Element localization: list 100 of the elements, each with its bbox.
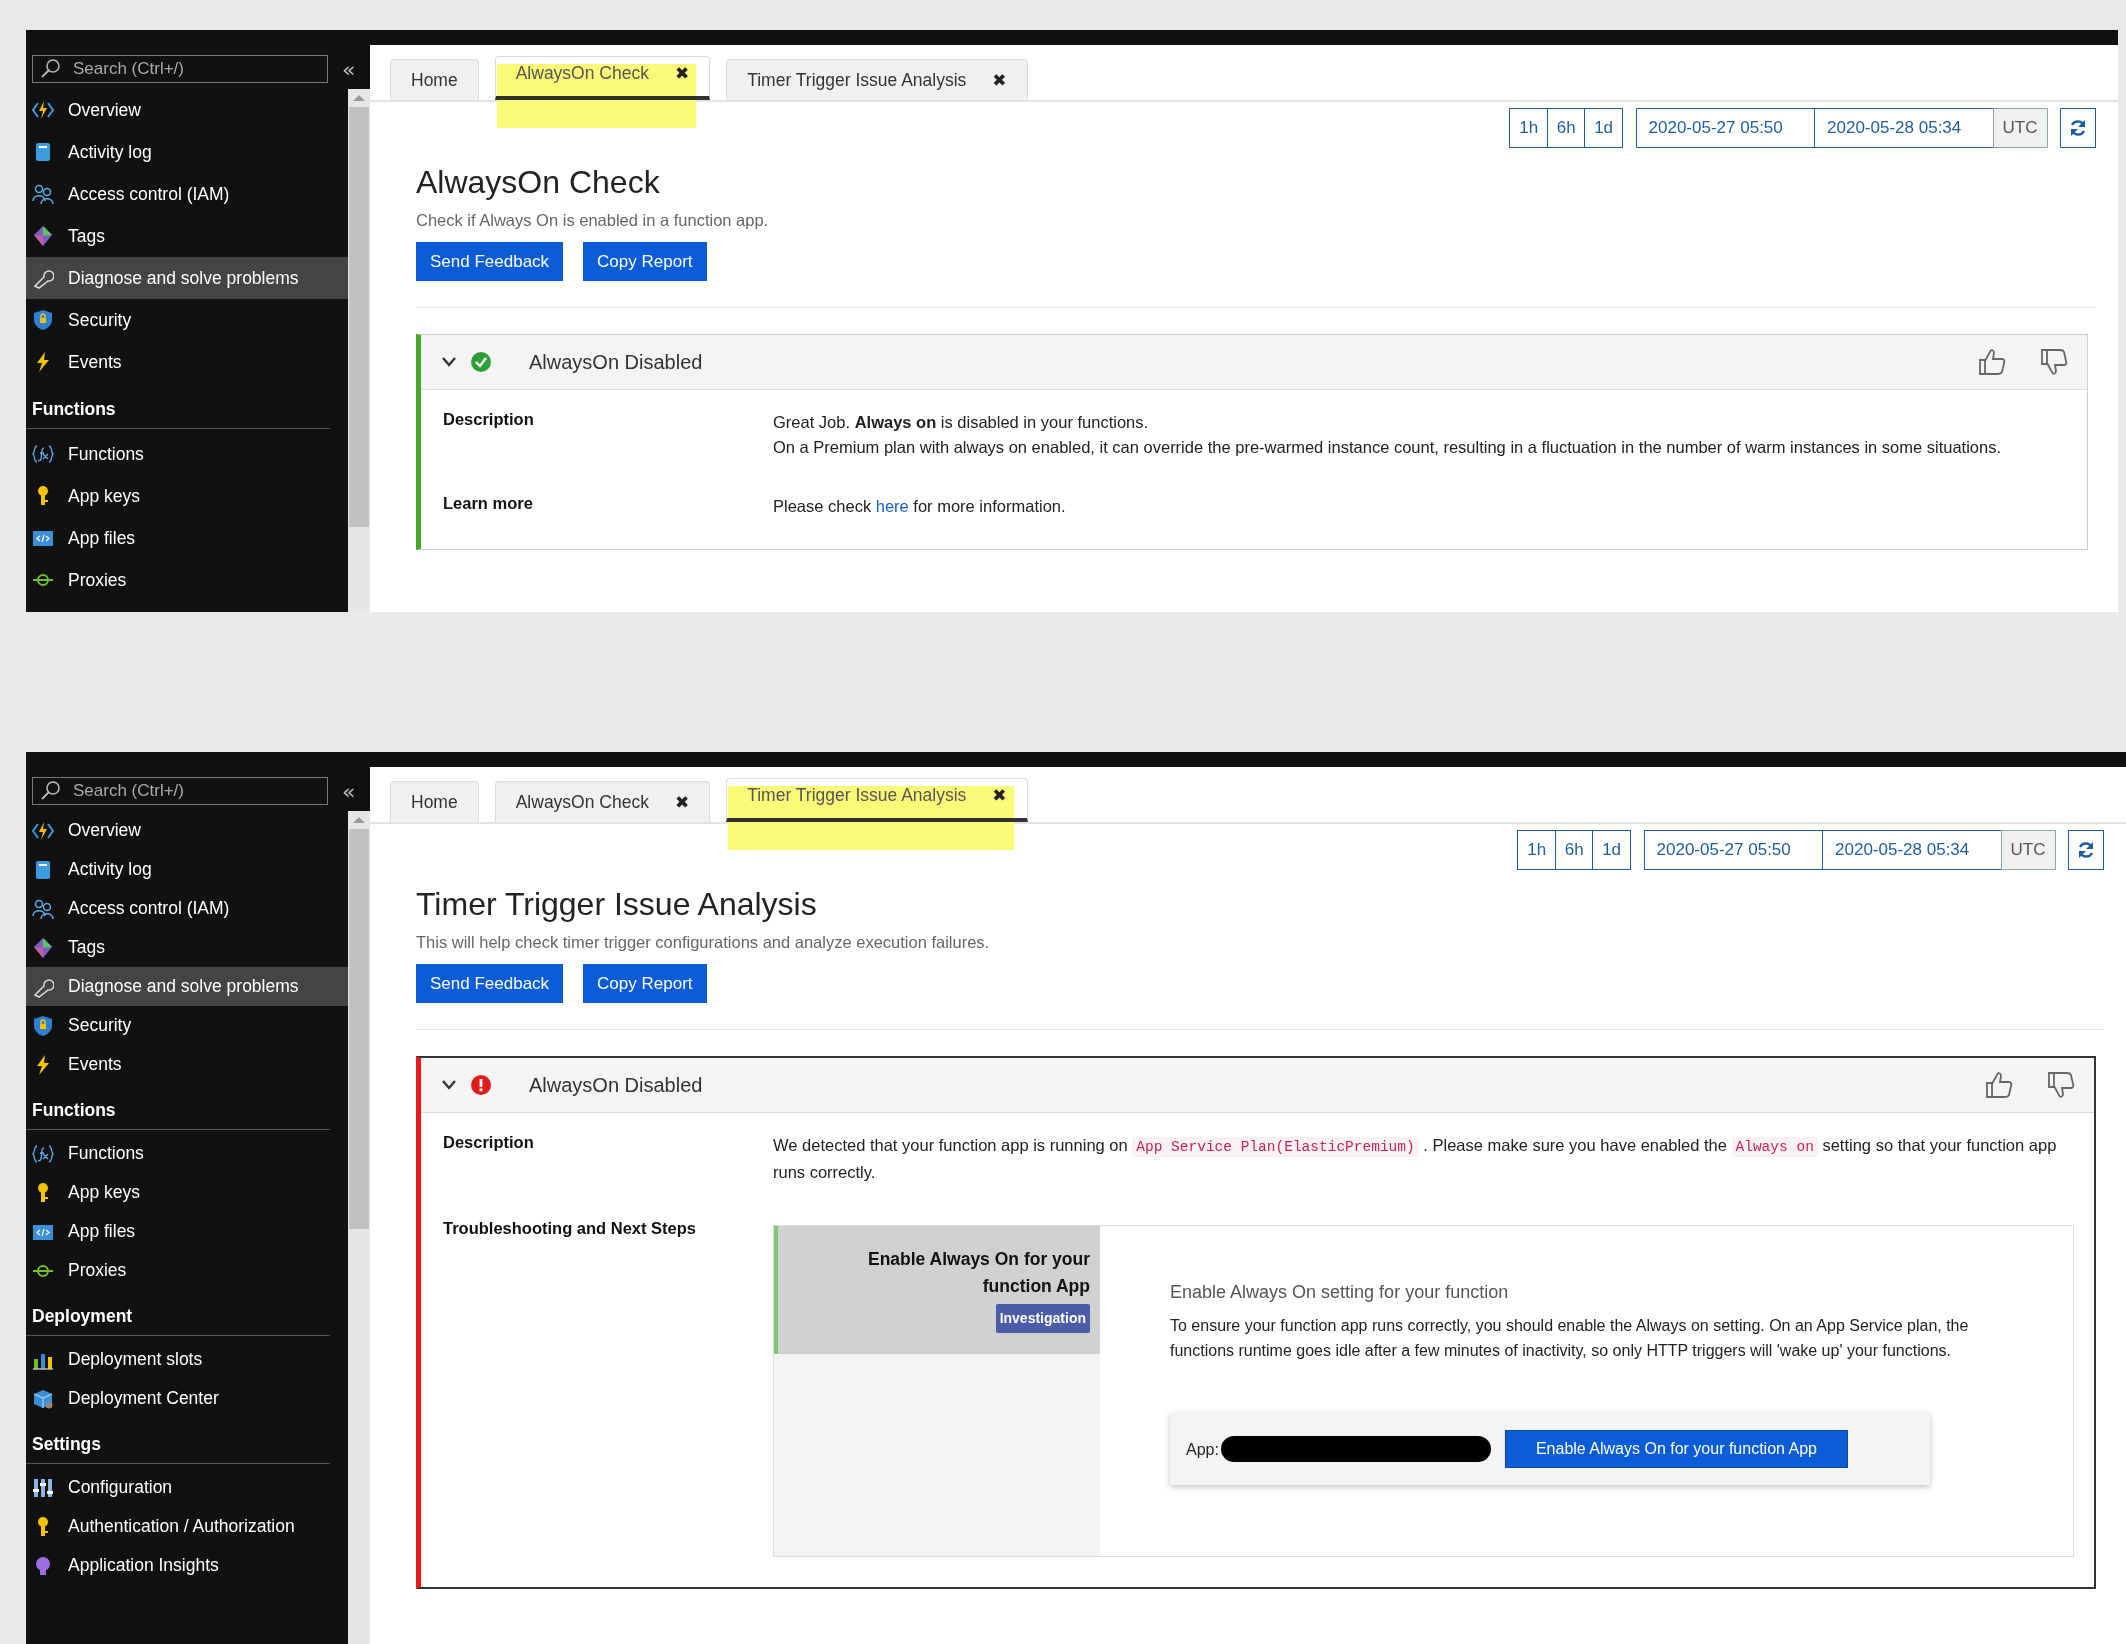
error-circle-icon (471, 1075, 491, 1095)
lightning-brackets-icon (32, 99, 54, 121)
timezone-button[interactable]: UTC (2000, 830, 2056, 870)
nav-item[interactable]: Deployment Center (26, 1379, 348, 1418)
field-label: Description (443, 1133, 535, 1153)
nav-item[interactable]: Events (26, 341, 348, 383)
section-heading: Settings (26, 1418, 330, 1464)
description-text: Great Job. Always on is disabled in your functions. (773, 412, 1150, 433)
thumbs-up-icon (1977, 347, 2007, 377)
nav-item[interactable]: App keys (26, 1173, 348, 1212)
nav-item[interactable]: Diagnose and solve problems (26, 257, 348, 299)
close-icon[interactable]: ✖ (674, 63, 690, 83)
tab[interactable]: Home (390, 59, 479, 100)
tag-icon (32, 936, 54, 959)
nav-item[interactable]: Activity log (26, 131, 348, 173)
tab[interactable]: Timer Trigger Issue Analysis ✖ (726, 778, 1028, 822)
insight-title: AlwaysOn Disabled (529, 350, 704, 374)
solution-title: Enable Always On for your function App (866, 1248, 1090, 1298)
refresh-icon (2076, 840, 2096, 860)
nav-item[interactable]: Overview (26, 89, 348, 131)
time-preset-button[interactable]: 1h (1509, 108, 1549, 148)
refresh-icon (2068, 118, 2088, 138)
action-button[interactable]: Copy Report (583, 242, 707, 281)
shield-icon (32, 309, 54, 331)
nav-item[interactable]: Configuration (26, 1468, 348, 1507)
nav-item[interactable]: App keys (26, 475, 348, 517)
nav-item[interactable]: App files (26, 517, 348, 559)
solution-heading: Enable Always On setting for your function (1170, 1281, 1510, 1304)
nav-item[interactable]: Activity log (26, 850, 348, 889)
time-preset-button[interactable]: 6h (1554, 830, 1594, 870)
nav-item[interactable]: Proxies (26, 559, 348, 601)
section-heading: Functions (26, 1084, 330, 1130)
section-heading: Functions (26, 383, 330, 429)
collapse-button[interactable]: « (338, 778, 360, 804)
end-date-field[interactable]: 2020-05-28 05:34 (1814, 108, 1995, 148)
action-button[interactable]: Send Feedback (416, 242, 564, 281)
search-field[interactable]: Search (Ctrl+/) (32, 55, 328, 83)
time-preset-button[interactable]: 1d (1584, 108, 1624, 148)
nav-item[interactable]: Functions (26, 433, 348, 475)
thumbs-down-icon (2039, 347, 2069, 377)
nav-item[interactable]: Deployment slots (26, 1340, 348, 1379)
time-preset-button[interactable]: 1h (1517, 830, 1557, 870)
tab[interactable]: Timer Trigger Issue Analysis ✖ (726, 59, 1028, 100)
scrollbar[interactable] (348, 89, 370, 612)
tab[interactable]: AlwaysOn Check ✖ (494, 56, 711, 100)
nav-item[interactable]: Overview (26, 811, 348, 850)
tag-icon (32, 225, 54, 247)
inline-code: App Service Plan(ElasticPremium) (1132, 1137, 1419, 1157)
investigation-badge: Investigation (995, 1304, 1090, 1333)
action-button[interactable]: Send Feedback (416, 964, 564, 1003)
insight-title: AlwaysOn Disabled (529, 1073, 704, 1097)
tab[interactable]: Home (390, 781, 479, 822)
nav-item[interactable]: Tags (26, 928, 348, 967)
sliders-icon (32, 1476, 54, 1499)
action-button[interactable]: Copy Report (583, 964, 707, 1003)
solution-item[interactable]: Enable Always On for your function App Investigation (774, 1226, 1100, 1354)
nav-item[interactable]: Tags (26, 215, 348, 257)
thumbs-up-icon (1984, 1070, 2014, 1100)
nav-item[interactable]: Application Insights (26, 1546, 348, 1585)
nav-item[interactable]: Proxies (26, 1251, 348, 1290)
field-label: Learn more (443, 494, 534, 514)
nav-item[interactable]: Diagnose and solve problems (26, 967, 348, 1006)
app-label: App: (1186, 1439, 1219, 1460)
close-icon[interactable]: ✖ (992, 785, 1007, 805)
close-icon[interactable]: ✖ (674, 792, 690, 812)
scrollbar[interactable] (348, 811, 370, 1644)
solution-text: To ensure your function app runs correctly, you should enable the Always on setting. On an App Service plan, the functions runtime goes idle after a few minutes of inactivity, so only HTTP triggers will 'wake up' your functions. (1170, 1316, 1970, 1361)
inline-code: Always on (1731, 1137, 1818, 1157)
function-icon (32, 443, 54, 465)
check-circle-icon (471, 352, 491, 372)
nav-item[interactable]: Access control (IAM) (26, 889, 348, 928)
nav-item[interactable]: Security (26, 1006, 348, 1045)
search-field[interactable]: Search (Ctrl+/) (32, 777, 328, 805)
refresh-button[interactable] (2060, 108, 2096, 148)
time-preset-button[interactable]: 6h (1546, 108, 1586, 148)
function-icon (32, 1142, 54, 1165)
enable-button[interactable]: Enable Always On for your function App (1504, 1430, 1848, 1468)
nav-item[interactable]: Security (26, 299, 348, 341)
close-icon[interactable]: ✖ (992, 70, 1007, 90)
nav-item[interactable]: Access control (IAM) (26, 173, 348, 215)
end-date-field[interactable]: 2020-05-28 05:34 (1822, 830, 2003, 870)
here-link[interactable]: here (875, 497, 909, 515)
people-icon (32, 183, 54, 205)
cube-icon (32, 1387, 54, 1410)
start-date-field[interactable]: 2020-05-27 05:50 (1635, 108, 1816, 148)
nav-item[interactable]: App files (26, 1212, 348, 1251)
nav-item[interactable]: Functions (26, 1134, 348, 1173)
timezone-button[interactable]: UTC (1992, 108, 2048, 148)
field-label: Troubleshooting and Next Steps (443, 1219, 698, 1239)
collapse-button[interactable]: « (338, 56, 360, 82)
wrench-icon (32, 267, 54, 289)
start-date-field[interactable]: 2020-05-27 05:50 (1643, 830, 1824, 870)
refresh-button[interactable] (2068, 830, 2104, 870)
description-text: We detected that your function app is running on App Service Plan(ElasticPremium) . Please make sure you have enabled the Always on setting so that your function app runs correctly. (773, 1135, 2058, 1183)
nav-item[interactable]: Authentication / Authorization (26, 1507, 348, 1546)
tab[interactable]: AlwaysOn Check ✖ (494, 781, 711, 822)
time-preset-button[interactable]: 1d (1592, 830, 1632, 870)
nav-item[interactable]: Events (26, 1045, 348, 1084)
field-label: Description (443, 410, 535, 430)
section-heading: Deployment (26, 1290, 330, 1336)
